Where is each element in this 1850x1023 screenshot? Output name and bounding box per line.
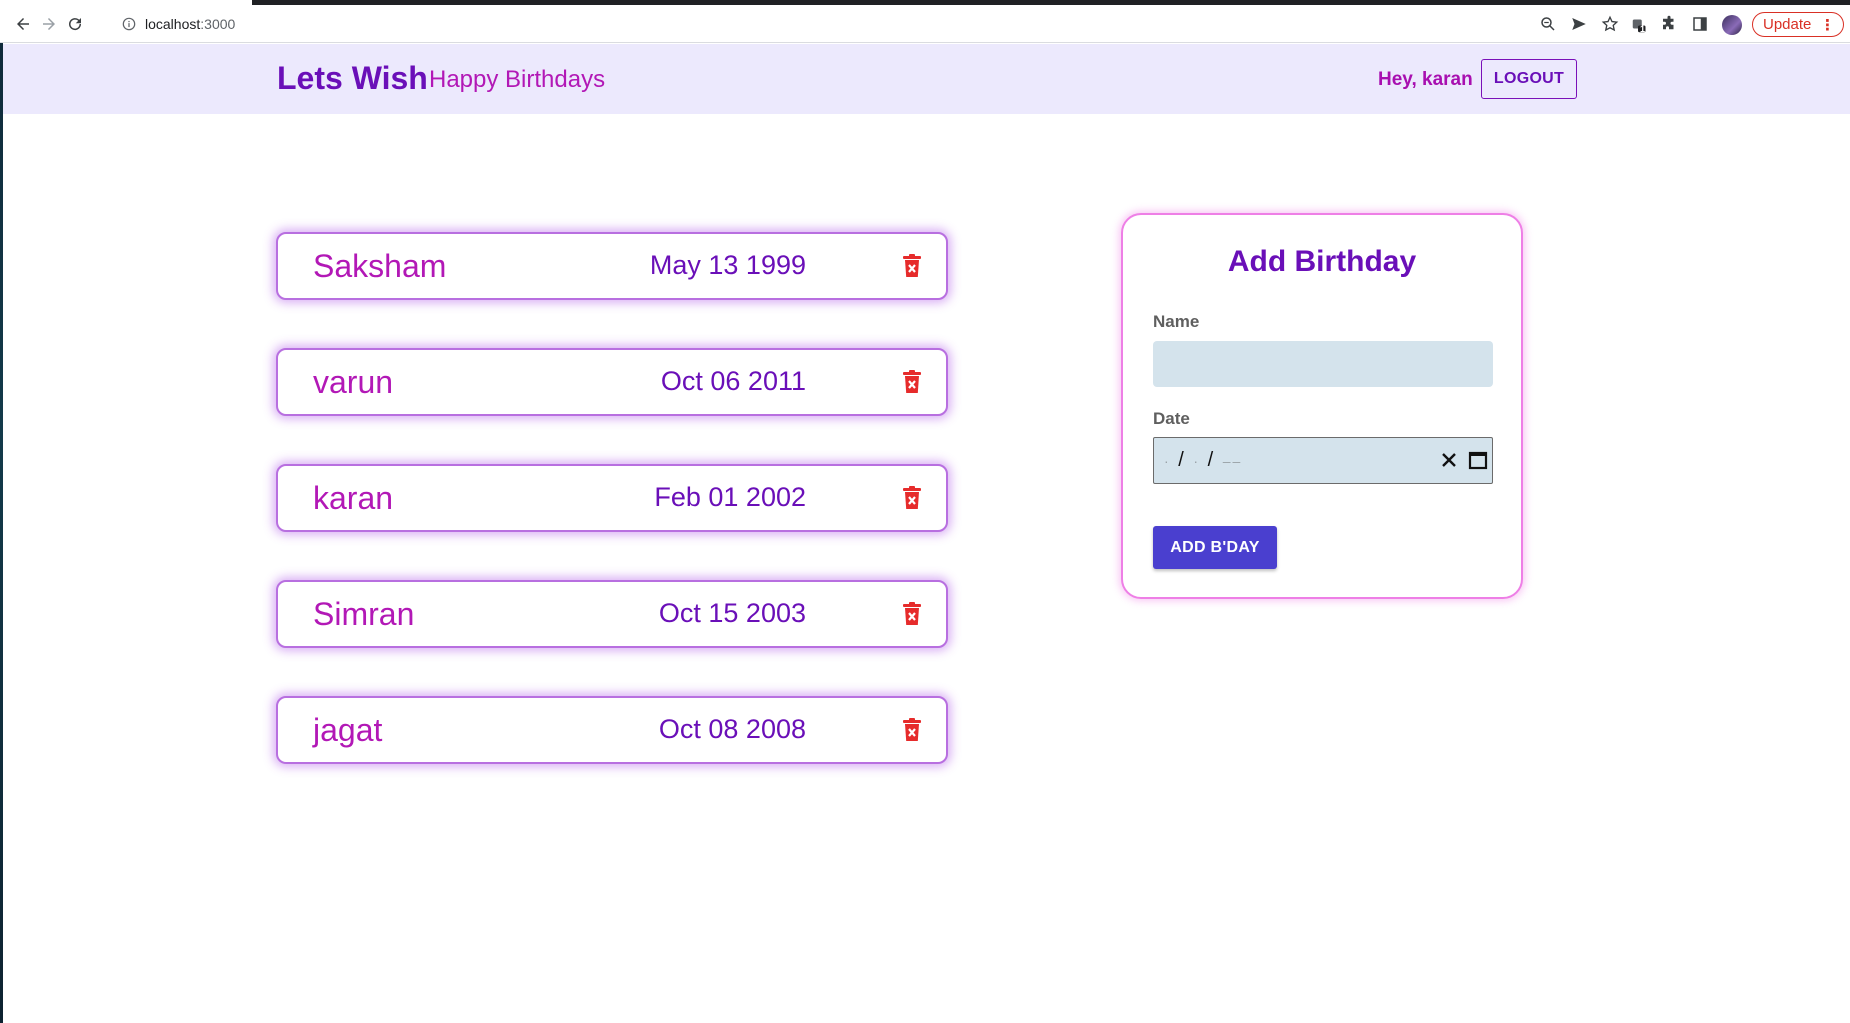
form-title: Add Birthday (1227, 245, 1417, 278)
delete-icon[interactable] (902, 486, 922, 510)
add-birthday-form: Add Birthday Name Date · / · / –– ADD B'… (1121, 213, 1523, 599)
zoom-icon[interactable] (1535, 11, 1561, 37)
brand-tagline: Happy Birthdays (429, 66, 606, 93)
update-label: Update (1763, 16, 1812, 33)
birthday-card: Simran Oct 15 2003 (276, 580, 948, 648)
birthday-date: Oct 06 2011 (660, 366, 806, 396)
birthday-name: Simran (313, 596, 415, 632)
star-icon[interactable] (1597, 11, 1623, 37)
browser-toolbar: localhost:3000 1 Update ⋮ (0, 5, 1850, 43)
url-port: :3000 (200, 16, 236, 32)
date-mask: · / · / –– (1164, 449, 1243, 471)
brand-title[interactable]: Lets Wish (277, 60, 428, 97)
delete-icon[interactable] (902, 370, 922, 394)
birthday-name: jagat (313, 712, 383, 748)
birthday-name: karan (313, 480, 394, 516)
url-text: localhost:3000 (145, 16, 235, 32)
delete-icon[interactable] (902, 718, 922, 742)
address-bar[interactable]: localhost:3000 (113, 10, 1553, 38)
birthday-card: Saksham May 13 1999 (276, 232, 948, 300)
url-host: localhost (145, 16, 201, 32)
add-birthday-button[interactable]: ADD B'DAY (1153, 526, 1277, 569)
birthday-card: varun Oct 06 2011 (276, 348, 948, 416)
birthday-name: Saksham (313, 248, 447, 284)
delete-icon[interactable] (902, 254, 922, 278)
extension-icon[interactable]: 1 (1625, 11, 1651, 37)
date-label: Date (1153, 409, 1190, 428)
puzzle-icon[interactable] (1656, 11, 1682, 37)
forward-icon[interactable] (36, 11, 62, 37)
logout-button[interactable]: LOGOUT (1481, 59, 1577, 99)
user-greeting: Hey, karan (1378, 69, 1473, 90)
delete-icon[interactable] (902, 602, 922, 626)
reload-icon[interactable] (62, 11, 88, 37)
desktop-edge (0, 43, 3, 1023)
birthday-list: Saksham May 13 1999 varun Oct 06 2011 ka… (276, 232, 948, 812)
clear-icon[interactable] (1438, 449, 1460, 471)
birthday-date: May 13 1999 (649, 250, 806, 280)
birthday-card: jagat Oct 08 2008 (276, 696, 948, 764)
browser-menu-icon[interactable]: ⋮ (1820, 16, 1835, 34)
birthday-date: Oct 15 2003 (658, 598, 806, 628)
birthday-date: Feb 01 2002 (654, 482, 806, 512)
profile-avatar[interactable] (1722, 15, 1742, 35)
birthday-name: varun (313, 364, 394, 400)
site-info-icon[interactable] (121, 16, 137, 32)
update-button[interactable]: Update ⋮ (1752, 12, 1844, 37)
back-icon[interactable] (10, 11, 36, 37)
side-panel-icon[interactable] (1687, 11, 1713, 37)
birthday-card: karan Feb 01 2002 (276, 464, 948, 532)
name-label: Name (1153, 312, 1200, 331)
app-header: Lets Wish Happy Birthdays Hey, karan LOG… (3, 44, 1850, 114)
date-input[interactable]: · / · / –– (1153, 437, 1493, 484)
birthday-date: Oct 08 2008 (658, 714, 806, 744)
name-input[interactable] (1153, 341, 1493, 387)
send-icon[interactable] (1566, 11, 1592, 37)
calendar-icon[interactable] (1467, 449, 1489, 471)
extension-badge: 1 (1640, 24, 1646, 34)
